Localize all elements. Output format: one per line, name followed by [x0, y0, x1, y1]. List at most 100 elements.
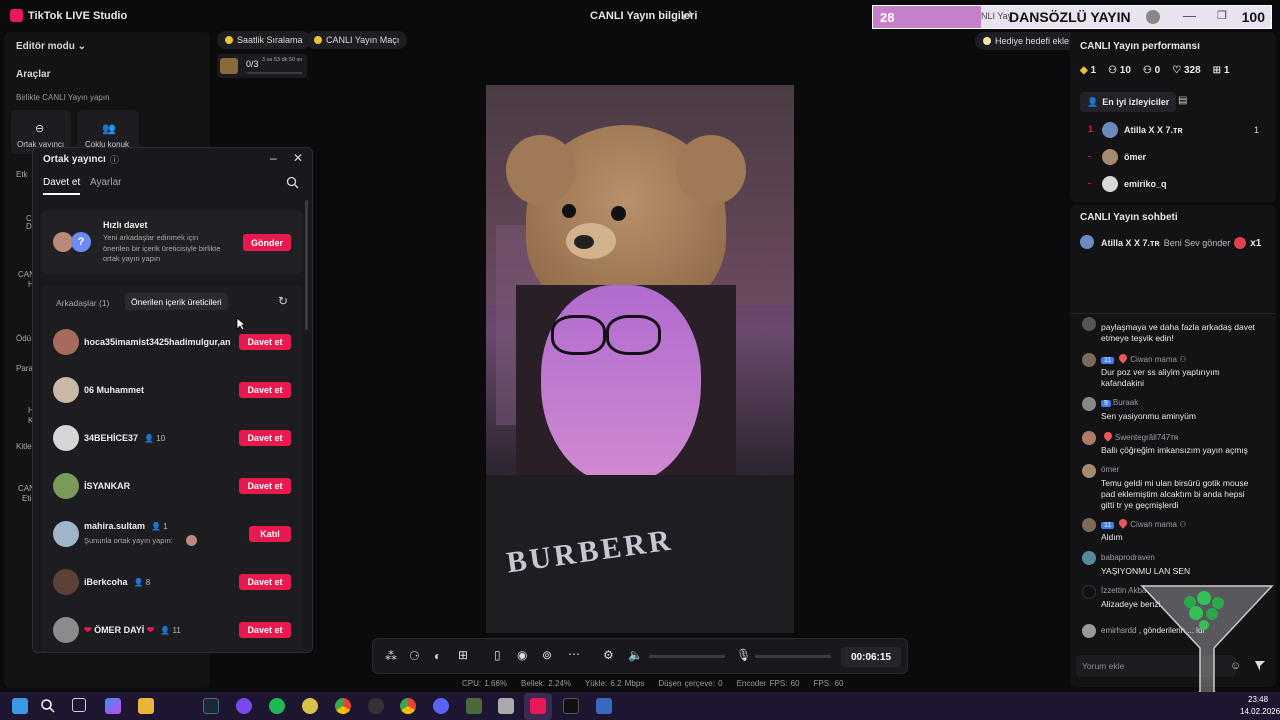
live-match-pill[interactable]: CANLI Yayın Maçı	[306, 31, 408, 49]
top-viewers-tab[interactable]: 👤 En iyi izleyiciler	[1080, 92, 1177, 112]
editor-mode-dropdown[interactable]: Editör modu ⌄	[16, 41, 86, 52]
user-avatar	[53, 377, 79, 403]
obs-icon[interactable]	[368, 698, 384, 714]
effects-icon[interactable]: ⚆	[409, 649, 420, 663]
list-icon[interactable]: ▤	[1178, 95, 1187, 106]
viewer-row[interactable]: - emiriko_q	[1070, 174, 1276, 194]
live-together-heading: Birlikte CANLI Yayın yapın	[16, 93, 110, 102]
task-view-icon[interactable]	[72, 698, 86, 712]
app-icon[interactable]	[302, 698, 318, 714]
minimize-icon[interactable]: —	[1183, 8, 1196, 23]
invite-button[interactable]: Davet et	[239, 574, 291, 590]
record-icon[interactable]: ◉	[517, 648, 527, 662]
user-row[interactable]: ❤ ÖMER DAYİ ❤ 👤 11 Davet et	[41, 613, 303, 647]
minimize-icon[interactable]: –	[270, 151, 277, 165]
chrome-icon[interactable]	[335, 698, 351, 714]
phone-icon[interactable]: ▯	[494, 648, 501, 662]
microphone-icon[interactable]: 🎙	[736, 648, 751, 662]
discord-icon[interactable]	[433, 698, 449, 714]
tab-invite[interactable]: Davet et	[43, 177, 80, 188]
user-row[interactable]: mahira.sultam 👤 1 Şununla ortak yayın yap…	[41, 515, 303, 553]
steam-icon[interactable]	[203, 698, 219, 714]
user-row[interactable]: 06 Muhammet Davet et	[41, 373, 303, 407]
chat-avatar	[1082, 624, 1096, 638]
file-explorer-icon[interactable]	[138, 698, 154, 714]
speaker-volume-slider[interactable]	[649, 655, 725, 658]
weekly-progress-card[interactable]: 0/3 3 sa 53 dk 50 sn	[217, 54, 307, 78]
minecraft-icon[interactable]	[466, 698, 482, 714]
search-icon[interactable]	[40, 698, 56, 714]
user-icon: 👤	[151, 522, 161, 531]
invite-button[interactable]: Davet et	[239, 622, 291, 638]
user-row[interactable]: İSYANKAR Davet et	[41, 469, 303, 503]
level-badge: 9	[1101, 400, 1111, 407]
popup-scrollbar[interactable]	[305, 200, 308, 330]
upload-stat: Yükle: 6.2 Mbps	[584, 679, 645, 688]
user-row[interactable]: hoca35imamist3425hadimulgur,an Davet et	[41, 325, 303, 359]
tab-suggested-creators[interactable]: Önerilen içerik üreticileri	[125, 293, 228, 310]
hourly-ranking-pill[interactable]: Saatlik Sıralama	[217, 31, 311, 49]
share-icon[interactable]	[682, 10, 694, 22]
tab-settings[interactable]: Ayarlar	[90, 177, 122, 188]
chat-user-name: Ciwan mama	[1130, 520, 1177, 529]
chat-avatar	[1082, 317, 1096, 331]
viewer-name: emiriko_q	[1124, 179, 1167, 189]
refresh-icon[interactable]: ↻	[278, 294, 288, 308]
banner-title: DANSÖZLÜ YAYIN	[1009, 9, 1131, 25]
user-name: ❤ ÖMER DAYİ ❤ 👤 11	[84, 625, 181, 636]
chat-title: CANLI Yayın sohbeti	[1080, 212, 1178, 223]
viewer-row[interactable]: 1 Atilla X X 7.ᴛʀ 1	[1070, 120, 1276, 140]
invite-button[interactable]: Davet et	[239, 430, 291, 446]
join-button[interactable]: Katıl	[249, 526, 291, 542]
windows-start-icon[interactable]	[12, 698, 28, 714]
chat-message-text: Ballı çöğreğim imkansızım yayın açmış	[1101, 445, 1248, 455]
more-icon[interactable]: ⋯	[568, 647, 580, 661]
search-icon[interactable]	[286, 176, 299, 189]
user-row[interactable]: iBerkcoha 👤 8 Davet et	[41, 565, 303, 599]
memory-stat: Bellek: 2.24%	[521, 679, 571, 688]
tiktok-icon[interactable]	[563, 698, 579, 714]
chrome-icon[interactable]	[400, 698, 416, 714]
settings-sliders-icon[interactable]: ⚙	[603, 648, 614, 662]
app-icon[interactable]	[498, 698, 514, 714]
close-icon[interactable]: ✕	[293, 151, 303, 165]
top-viewers-label: En iyi izleyiciler	[1102, 97, 1170, 107]
microphone-volume-slider[interactable]	[755, 655, 831, 658]
tiktok-live-studio-icon[interactable]	[530, 698, 546, 714]
camera-icon[interactable]: ⊚	[542, 648, 552, 662]
help-icon[interactable]: ⓘ	[110, 153, 119, 166]
spotify-icon[interactable]	[269, 698, 285, 714]
invite-button[interactable]: Davet et	[239, 382, 291, 398]
sticker-icon[interactable]: ◐	[434, 649, 441, 663]
viewer-row[interactable]: - ömer	[1070, 147, 1276, 167]
add-media-icon[interactable]: ⊞	[458, 648, 468, 662]
copilot-icon[interactable]	[105, 698, 121, 714]
maximize-icon[interactable]: ❐	[1217, 9, 1227, 22]
user-name: 34BEHİCE37 👤 10	[84, 433, 165, 443]
banner-left-number: 28	[880, 10, 895, 25]
app-icon[interactable]	[236, 698, 252, 714]
user-avatar	[53, 425, 79, 451]
gift-goal-pill[interactable]: Hediye hedefi ekle	[975, 32, 1078, 50]
invite-button[interactable]: Davet et	[239, 334, 291, 350]
chat-user-name: babaprodraven	[1101, 553, 1155, 562]
magic-wand-icon[interactable]: ⁂	[385, 649, 397, 663]
bear-ear-left	[506, 135, 576, 205]
heart-icon: ♡	[1172, 65, 1182, 76]
send-button[interactable]: Gönder	[243, 234, 291, 251]
quick-invite-desc: Yeni arkadaşlar edinmek için önerilen bi…	[103, 233, 221, 263]
chat-message-text: Dur poz ver ss aliyim yaptırıyım kafanda…	[1101, 367, 1220, 388]
mouse-cursor-icon	[236, 317, 246, 331]
invite-button[interactable]: Davet et	[239, 478, 291, 494]
tab-active-indicator	[43, 193, 80, 195]
tab-friends[interactable]: Arkadaşlar (1)	[56, 298, 109, 308]
user-row[interactable]: 34BEHİCE37 👤 10 Davet et	[41, 421, 303, 455]
user-name: İSYANKAR	[84, 481, 131, 491]
chat-message-text: Sen yasiyonmu aminyüm	[1101, 411, 1196, 421]
app-icon[interactable]	[596, 698, 612, 714]
speaker-icon[interactable]: 🔈	[628, 648, 643, 662]
follower-count-value: 11	[172, 626, 181, 635]
chevron-down-icon: ⌄	[77, 41, 87, 52]
metric-likes: ♡ 328	[1172, 65, 1200, 76]
live-video-preview[interactable]: BURBERR	[486, 85, 794, 633]
